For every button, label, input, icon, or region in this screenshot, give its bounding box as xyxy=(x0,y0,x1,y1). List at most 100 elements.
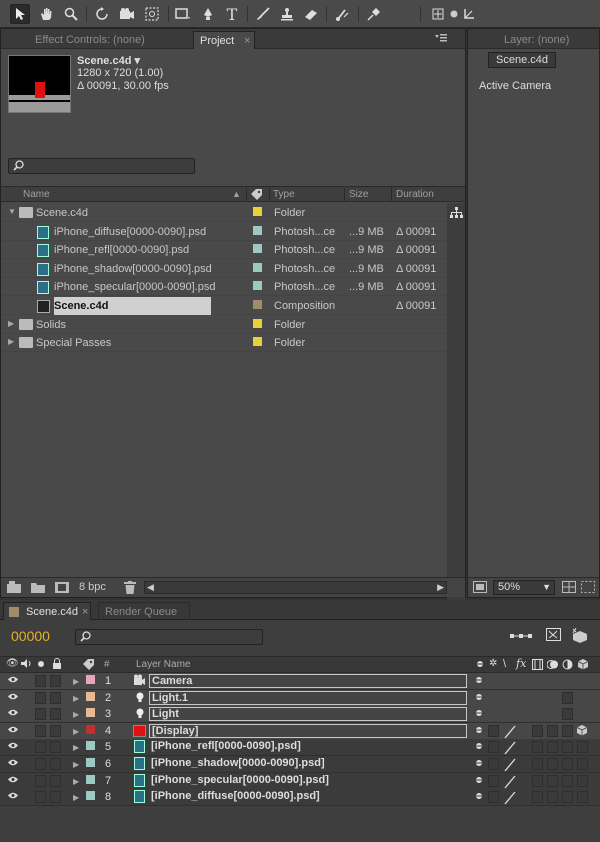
adjustment-layer-switch[interactable] xyxy=(562,724,573,737)
shy-switch-icon[interactable] xyxy=(473,725,485,738)
disclosure-triangle-icon[interactable]: ▶ xyxy=(73,727,79,736)
label-color-swatch[interactable] xyxy=(86,724,95,734)
project-vertical-scrollbar[interactable] xyxy=(447,203,465,601)
close-icon[interactable]: × xyxy=(244,32,250,50)
layer-row[interactable]: ▶ 6 [iPhone_shadow[0000-0090].psd] xyxy=(0,756,600,773)
shy-switch-icon[interactable] xyxy=(473,692,485,705)
3d-layer-switch[interactable] xyxy=(577,758,588,770)
column-name-header[interactable]: Name xyxy=(23,189,50,200)
scroll-left-arrow-icon[interactable]: ◀ xyxy=(147,582,154,593)
new-folder-icon[interactable] xyxy=(31,581,46,597)
tab-effect-controls[interactable]: Effect Controls: (none) xyxy=(29,31,151,49)
disclosure-triangle-icon[interactable]: ▶ xyxy=(8,319,14,328)
project-item-row[interactable]: iPhone_refl[0000-0090].psd Photosh...ce..… xyxy=(1,241,447,260)
lock-switch[interactable] xyxy=(50,724,61,737)
eye-icon[interactable] xyxy=(7,725,19,737)
adjustment-layer-switch[interactable] xyxy=(562,691,573,704)
eye-icon[interactable] xyxy=(7,791,19,803)
eye-icon[interactable] xyxy=(7,741,19,753)
solo-switch[interactable] xyxy=(35,724,46,737)
frame-blending-switch[interactable] xyxy=(532,791,543,804)
3d-layer-switch[interactable] xyxy=(577,791,588,804)
solo-switch[interactable] xyxy=(35,691,46,704)
collapse-switch[interactable] xyxy=(488,724,499,737)
disclosure-triangle-icon[interactable]: ▼ xyxy=(8,207,16,216)
toggle-grid-icon[interactable] xyxy=(562,581,576,596)
3d-layer-switch[interactable] xyxy=(577,741,588,754)
tab-render-queue[interactable]: Render Queue xyxy=(98,602,190,620)
camera-tool-icon[interactable] xyxy=(117,4,137,24)
adjustment-layer-switch[interactable] xyxy=(562,774,573,787)
label-column-tag-icon[interactable] xyxy=(250,188,263,203)
disclosure-triangle-icon[interactable]: ▶ xyxy=(73,677,79,686)
eye-icon[interactable] xyxy=(7,692,19,704)
eye-icon[interactable] xyxy=(7,775,19,787)
preview-item-name[interactable]: Scene.c4d ▾ xyxy=(77,54,140,67)
solo-switch[interactable] xyxy=(35,675,46,687)
clone-stamp-tool-icon[interactable] xyxy=(277,4,297,24)
disclosure-triangle-icon[interactable]: ▶ xyxy=(73,694,79,703)
layer-row[interactable]: ▶ 1 Camera xyxy=(0,673,600,690)
rectangle-tool-icon[interactable] xyxy=(173,4,193,24)
shy-switch-icon[interactable] xyxy=(473,791,485,804)
quality-switch-icon[interactable] xyxy=(504,791,516,808)
layer-name-header[interactable]: Layer Name xyxy=(136,659,190,670)
tab-composition[interactable]: Scene.c4d × xyxy=(3,602,91,620)
label-color-swatch[interactable] xyxy=(253,281,262,291)
collapse-switch[interactable] xyxy=(488,791,499,804)
frame-blending-icon[interactable] xyxy=(532,659,543,673)
layer-name[interactable]: [iPhone_shadow[0000-0090].psd] xyxy=(149,757,467,771)
label-color-swatch[interactable] xyxy=(86,791,95,801)
magnification-select[interactable]: 50% ▼ xyxy=(493,580,555,595)
project-item-row[interactable]: Scene.c4d Composition Δ 00091 xyxy=(1,297,447,315)
lock-switch[interactable] xyxy=(50,691,61,704)
column-type-header[interactable]: Type xyxy=(273,189,295,200)
solo-switch[interactable] xyxy=(35,708,46,721)
live-update-icon[interactable] xyxy=(546,628,562,646)
adjustment-layer-switch[interactable] xyxy=(562,758,573,770)
puppet-pin-tool-icon[interactable] xyxy=(364,4,384,24)
layer-name[interactable]: Light.1 xyxy=(149,690,467,705)
lock-switch[interactable] xyxy=(50,774,61,787)
collapse-transform-icon[interactable]: ✲ xyxy=(489,658,497,669)
layer-name[interactable]: [iPhone_diffuse[0000-0090].psd] xyxy=(149,790,467,804)
label-color-swatch[interactable] xyxy=(86,774,95,784)
project-search-input[interactable] xyxy=(8,158,195,174)
collapse-switch[interactable] xyxy=(488,774,499,787)
rotation-tool-icon[interactable] xyxy=(92,4,112,24)
interpret-footage-icon[interactable] xyxy=(7,581,23,597)
motion-blur-switch[interactable] xyxy=(547,791,558,804)
collapse-switch[interactable] xyxy=(488,758,499,770)
effects-fx-icon[interactable]: fx xyxy=(516,657,526,670)
draft-3d-icon[interactable] xyxy=(571,627,589,646)
label-color-swatch[interactable] xyxy=(253,300,262,309)
3d-layer-switch[interactable] xyxy=(577,774,588,787)
solo-switch[interactable] xyxy=(35,791,46,804)
frame-blending-switch[interactable] xyxy=(532,741,543,754)
lock-icon[interactable] xyxy=(52,658,62,673)
label-color-swatch[interactable] xyxy=(253,244,262,254)
frame-blending-switch[interactable] xyxy=(532,724,543,737)
label-color-swatch[interactable] xyxy=(253,225,262,235)
solo-switch[interactable] xyxy=(35,758,46,770)
solo-switch[interactable] xyxy=(35,774,46,787)
disclosure-triangle-icon[interactable]: ▶ xyxy=(8,337,14,346)
adjustment-layer-icon[interactable] xyxy=(562,659,573,673)
adjustment-layer-switch[interactable] xyxy=(562,741,573,754)
project-item-row[interactable]: ▼ Scene.c4d Folder xyxy=(1,204,447,222)
frame-blending-switch[interactable] xyxy=(532,758,543,770)
disclosure-triangle-icon[interactable]: ▶ xyxy=(73,777,79,786)
layer-row[interactable]: ▶ 8 [iPhone_diffuse[0000-0090].psd] xyxy=(0,789,600,808)
motion-blur-switch[interactable] xyxy=(547,758,558,770)
layer-name[interactable]: [Display] xyxy=(149,723,467,738)
composition-mini-flowchart-icon[interactable] xyxy=(510,630,532,645)
pen-tool-icon[interactable] xyxy=(198,4,218,24)
panel-menu-icon[interactable] xyxy=(434,33,448,43)
lock-switch[interactable] xyxy=(50,708,61,721)
label-color-swatch[interactable] xyxy=(86,758,95,767)
disclosure-triangle-icon[interactable]: ▶ xyxy=(73,710,79,719)
view-axis-mode-icon[interactable] xyxy=(459,4,479,24)
snapshot-icon[interactable] xyxy=(473,581,487,596)
disclosure-triangle-icon[interactable]: ▶ xyxy=(73,760,79,769)
label-tag-icon[interactable] xyxy=(82,658,95,673)
